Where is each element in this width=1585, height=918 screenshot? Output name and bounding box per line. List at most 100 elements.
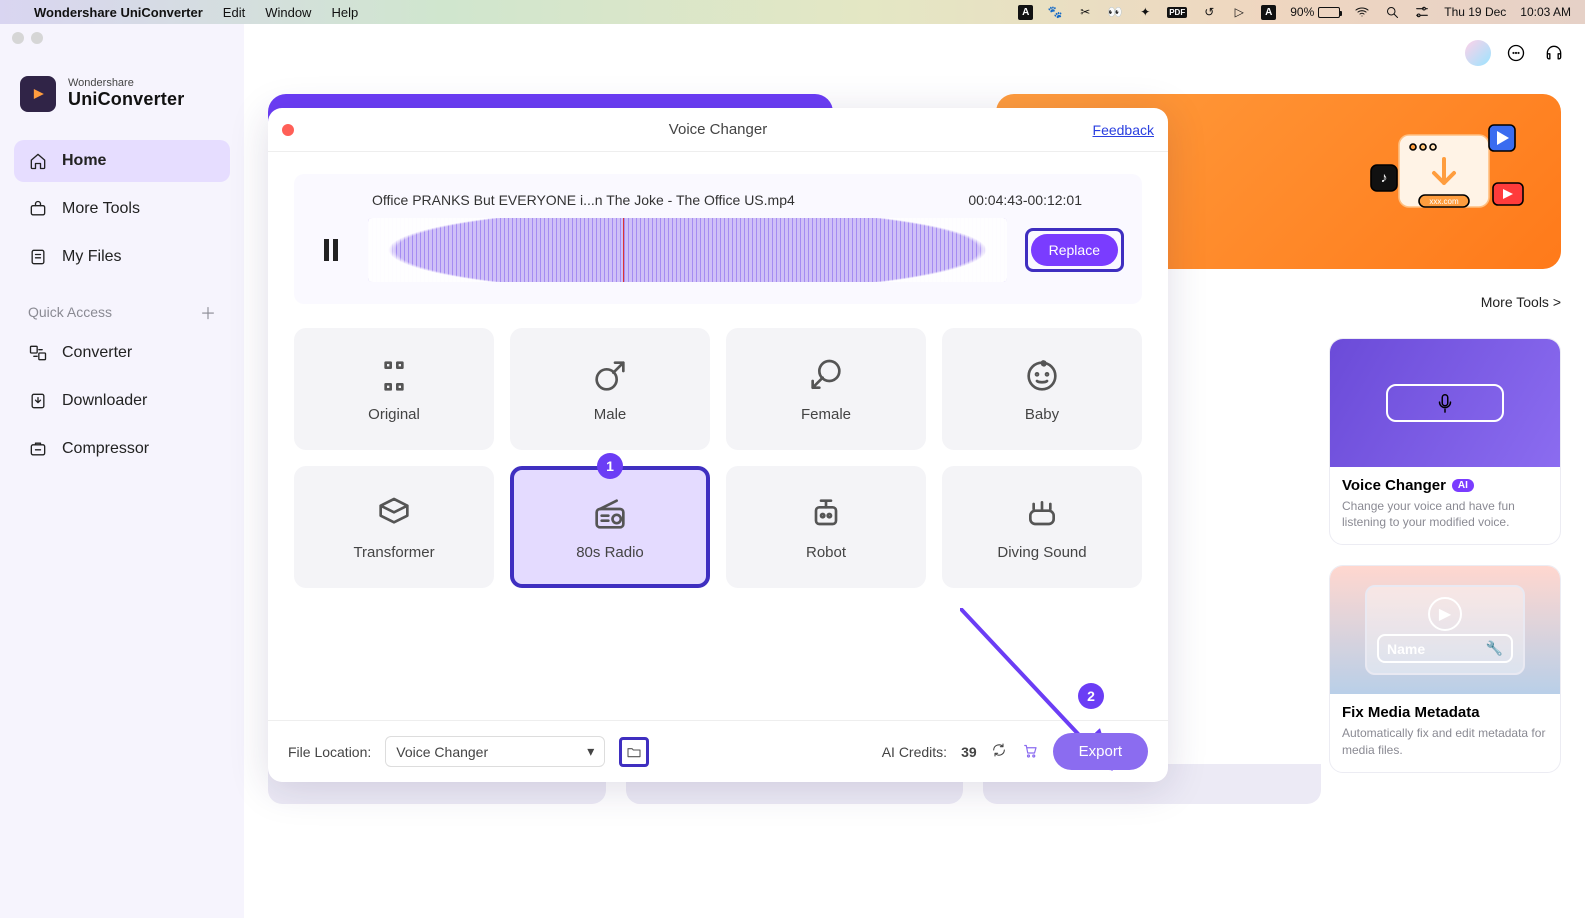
menubar-date[interactable]: Thu 19 Dec [1444,5,1506,19]
window-minimize-icon[interactable] [31,32,43,44]
voice-option-original[interactable]: Original [294,328,494,450]
menu-window[interactable]: Window [265,5,311,20]
tray-play-icon[interactable]: ▷ [1231,4,1247,20]
file-location-label: File Location: [288,744,371,760]
voice-option-diving[interactable]: Diving Sound [942,466,1142,588]
voice-option-female[interactable]: Female [726,328,926,450]
converter-icon [28,343,48,363]
sidebar-item-downloader[interactable]: Downloader [14,380,230,422]
quick-access-label: Quick Access [28,304,112,320]
card-desc: Change your voice and have fun listening… [1342,498,1548,530]
open-folder-button[interactable] [619,737,649,767]
card-desc: Automatically fix and edit metadata for … [1342,725,1548,757]
voice-option-80s-radio[interactable]: 1 80s Radio [510,466,710,588]
file-location-select[interactable]: Voice Changer ▾ [385,736,605,767]
control-center-icon[interactable] [1414,4,1430,20]
sidebar-item-more-tools[interactable]: More Tools [14,188,230,230]
voice-changer-thumb [1330,339,1560,467]
tray-cat-icon[interactable]: 🐾 [1047,4,1063,20]
app-name[interactable]: Wondershare UniConverter [34,5,203,20]
brand-top: Wondershare [68,78,184,89]
option-label: Male [594,406,627,423]
pause-button[interactable] [312,239,350,261]
spotlight-icon[interactable] [1384,4,1400,20]
play-icon: ▶ [1428,597,1462,631]
svg-text:♪: ♪ [1381,169,1388,185]
window-close-icon[interactable] [12,32,24,44]
card-fix-metadata[interactable]: ▶ Name🔧 Fix Media Metadata Automatically… [1329,565,1561,772]
ai-credits-label: AI Credits: [882,744,947,760]
option-label: Transformer [353,544,434,561]
annotation-badge-1: 1 [597,453,623,479]
tray-history-icon[interactable]: ↺ [1201,4,1217,20]
refresh-credits-icon[interactable] [991,742,1007,761]
file-location-value: Voice Changer [396,744,488,760]
replace-button[interactable]: Replace [1031,234,1118,266]
voice-option-baby[interactable]: Baby [942,328,1142,450]
tray-scissors-icon[interactable]: ✂ [1077,4,1093,20]
ai-badge: AI [1452,479,1474,492]
mac-menubar: Wondershare UniConverter Edit Window Hel… [0,0,1585,24]
support-icon[interactable] [1541,40,1567,66]
option-label: Original [368,406,420,423]
card-title: Voice Changer [1342,477,1446,494]
brand: Wondershare UniConverter [14,76,230,112]
add-quick-access-icon[interactable]: ＋ [200,300,216,324]
ai-credits-value: 39 [961,744,977,760]
sidebar-label: My Files [62,248,122,266]
avatar-icon[interactable] [1465,40,1491,66]
sidebar-label: Downloader [62,392,147,410]
time-range: 00:04:43-00:12:01 [968,192,1082,208]
metadata-thumb: ▶ Name🔧 [1330,566,1560,694]
sidebar: Wondershare UniConverter Home More Tools… [0,24,244,918]
option-label: Diving Sound [997,544,1086,561]
sidebar-label: Home [62,152,106,170]
card-title: Fix Media Metadata [1342,704,1548,721]
baby-icon [1022,356,1062,396]
chevron-down-icon: ▾ [587,743,594,760]
toolbox-icon [28,199,48,219]
voice-option-male[interactable]: Male [510,328,710,450]
brand-logo-icon [20,76,56,112]
sidebar-item-converter[interactable]: Converter [14,332,230,374]
tray-sparkle-icon[interactable]: ✦ [1137,4,1153,20]
menu-help[interactable]: Help [331,5,358,20]
tray-binoculars-icon[interactable]: 👀 [1107,4,1123,20]
battery-pct: 90% [1290,5,1314,19]
downloader-icon [28,391,48,411]
diving-icon [1022,494,1062,534]
tray-app-a-icon[interactable]: A [1018,5,1033,20]
tray-pdf-icon[interactable]: PDF [1167,7,1187,18]
waveform[interactable] [368,218,1007,282]
wifi-icon[interactable] [1354,4,1370,20]
main-area: xxx.com ♪ More Tools > Voice Changer AI … [244,24,1585,918]
window-traffic-lights [12,32,43,44]
export-button[interactable]: Export [1053,733,1148,770]
card-voice-changer[interactable]: Voice Changer AI Change your voice and h… [1329,338,1561,545]
menubar-time[interactable]: 10:03 AM [1520,5,1571,19]
voice-option-robot[interactable]: Robot [726,466,926,588]
option-label: Baby [1025,406,1059,423]
metadata-name-label: Name [1387,641,1425,657]
menu-edit[interactable]: Edit [223,5,245,20]
sidebar-item-compressor[interactable]: Compressor [14,428,230,470]
cart-icon[interactable] [1021,741,1039,762]
files-icon [28,247,48,267]
annotation-badge-2: 2 [1078,683,1104,709]
download-illustration-icon: xxx.com ♪ [1361,117,1531,247]
transformer-icon [374,494,414,534]
sidebar-item-home[interactable]: Home [14,140,230,182]
chat-icon[interactable] [1503,40,1529,66]
voice-option-transformer[interactable]: Transformer [294,466,494,588]
sidebar-label: More Tools [62,200,140,218]
original-icon [374,356,414,396]
tray-app-a2-icon[interactable]: A [1261,5,1276,20]
playhead-icon[interactable] [623,218,624,282]
radio-icon [590,494,630,534]
audio-player: Office PRANKS But EVERYONE i...n The Jok… [294,174,1142,304]
sidebar-item-my-files[interactable]: My Files [14,236,230,278]
robot-icon [806,494,846,534]
feedback-link[interactable]: Feedback [1093,122,1154,138]
more-tools-link[interactable]: More Tools > [1481,294,1561,310]
battery-indicator[interactable]: 90% [1290,5,1340,19]
